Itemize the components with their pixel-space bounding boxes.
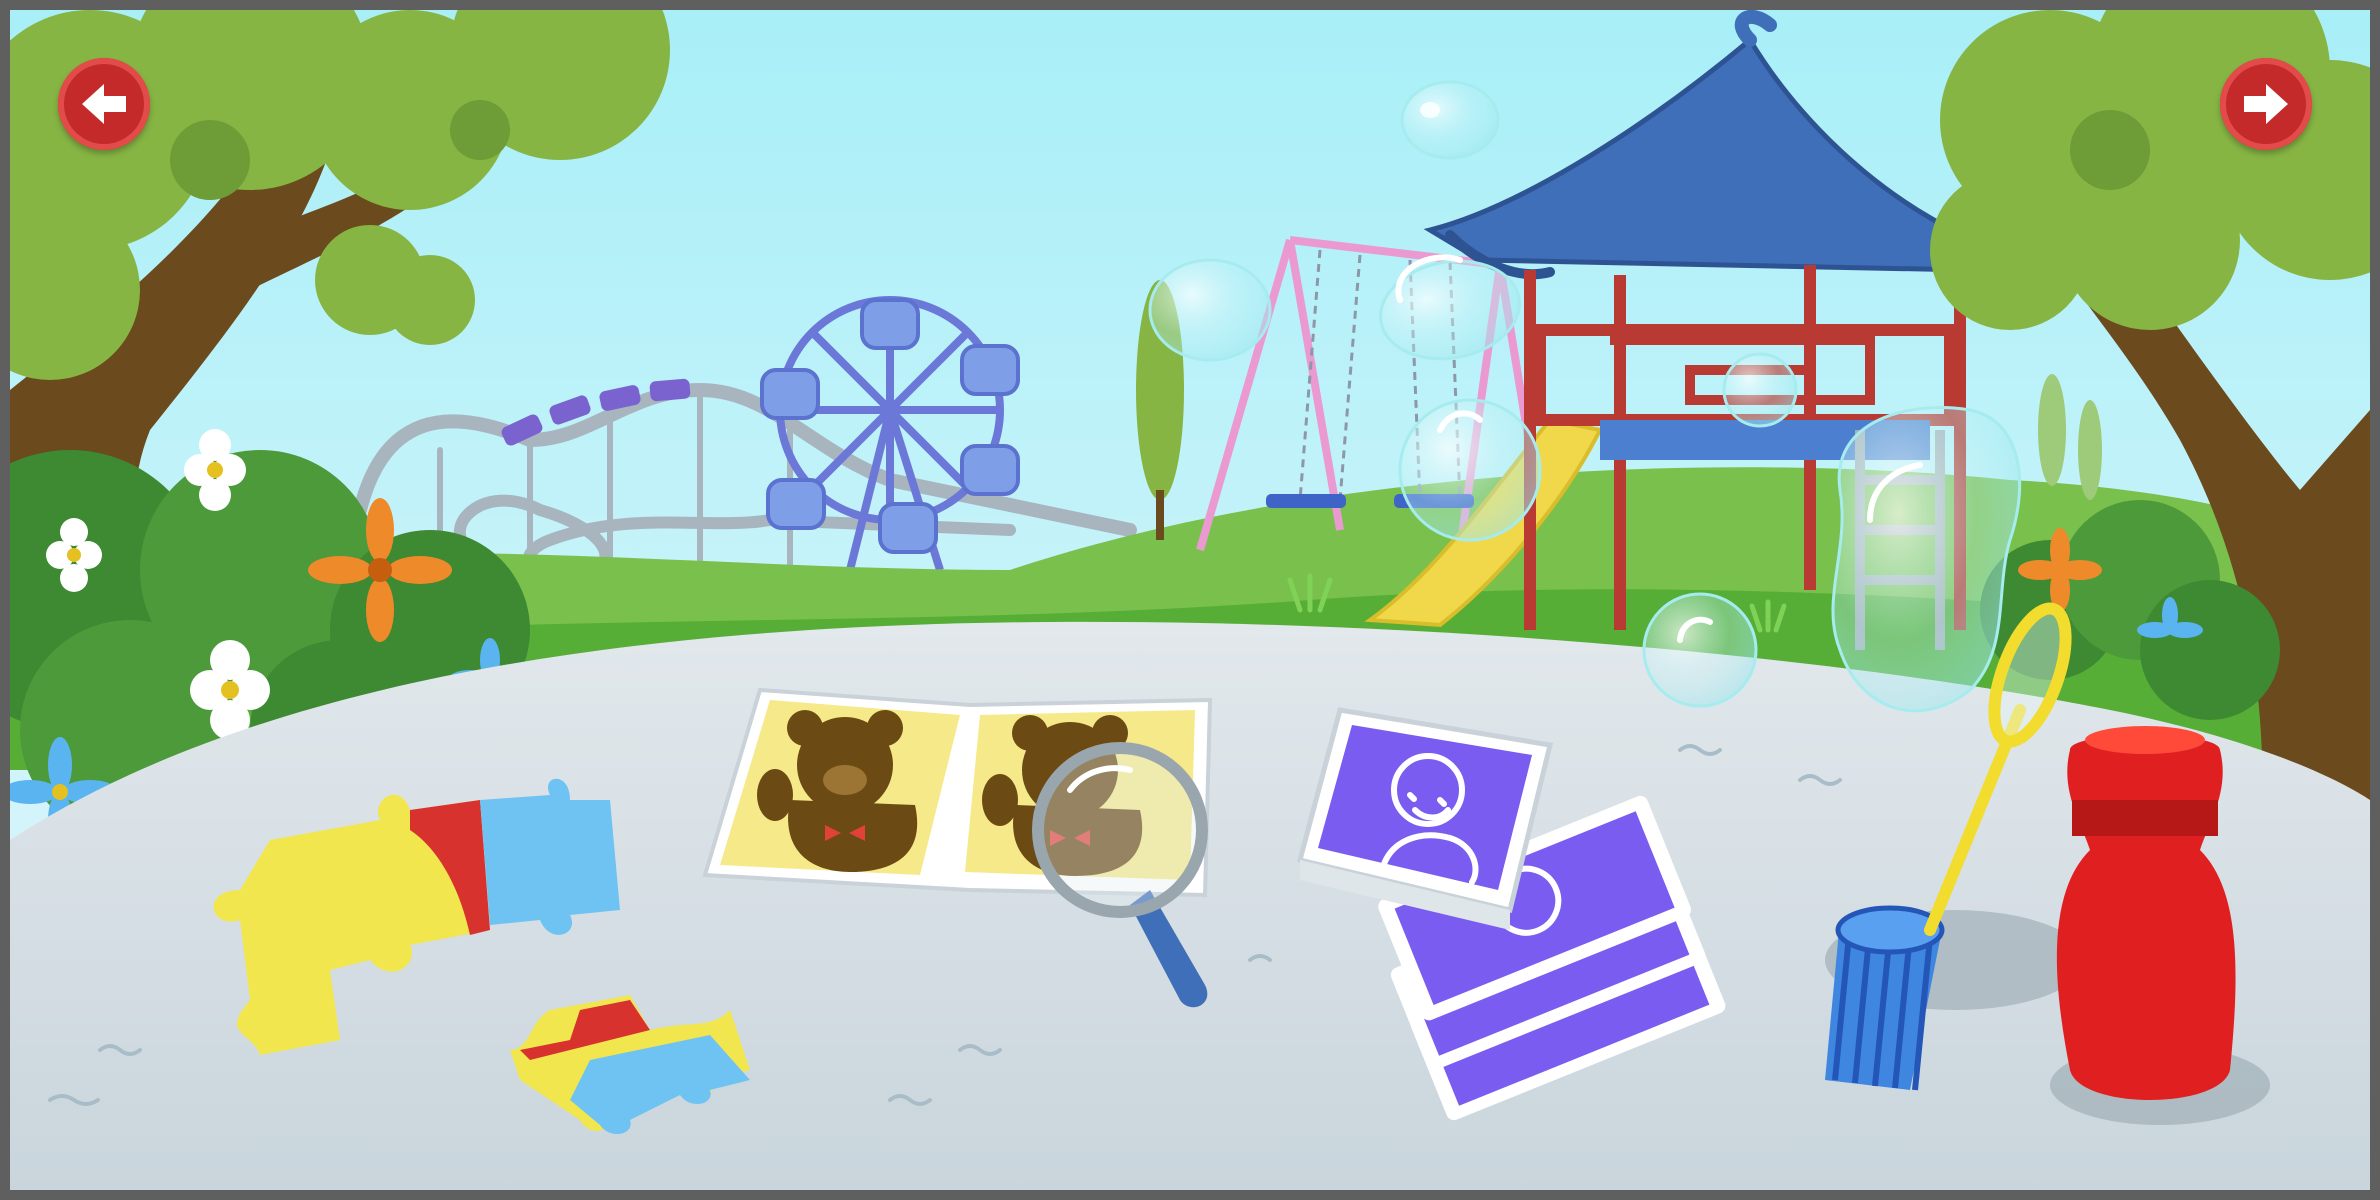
playground-scene: arrow-left-icon arrow-right-icon [10, 10, 2370, 1190]
back-button[interactable]: arrow-left-icon [58, 58, 150, 150]
scene-illustration [10, 10, 2370, 1190]
next-button[interactable]: arrow-right-icon [2220, 58, 2312, 150]
arrow-right-icon [2244, 84, 2288, 124]
arrow-left-icon [82, 84, 126, 124]
game-frame: arrow-left-icon arrow-right-icon [0, 0, 2380, 1200]
